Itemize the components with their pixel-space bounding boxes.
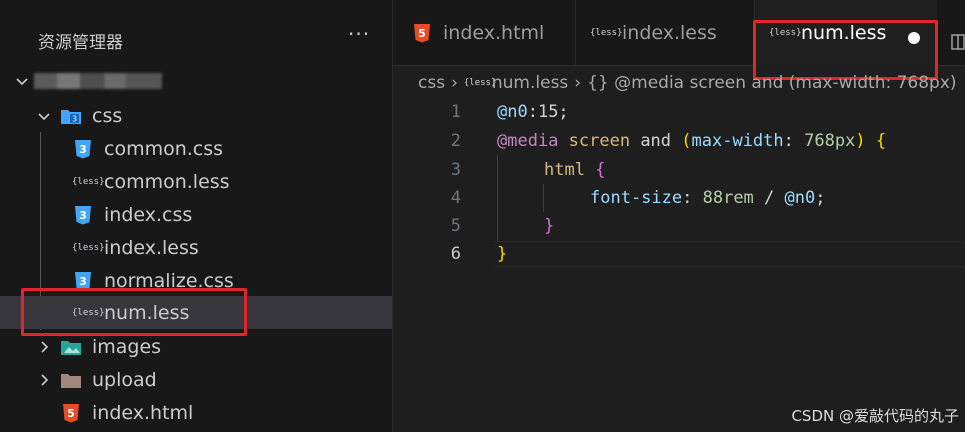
chevron-right-icon: [36, 339, 52, 355]
code-line: }: [497, 244, 507, 264]
tab-label: index.html: [443, 22, 545, 44]
tree-file-common-css[interactable]: 3 common.css: [0, 132, 392, 165]
tree-label: common.less: [104, 170, 230, 193]
svg-text:5: 5: [418, 27, 426, 40]
chevron-right-icon: [36, 372, 52, 388]
line-number: 4: [450, 188, 461, 208]
current-line-highlight: [493, 241, 965, 267]
less-file-icon: {less}: [590, 28, 623, 38]
token: 88rem: [702, 188, 754, 208]
indent-guide: [543, 184, 544, 212]
token: :: [682, 188, 703, 208]
chevron-down-icon: [36, 108, 52, 124]
token: ;: [815, 188, 826, 208]
folder-icon: [60, 369, 82, 391]
token: screen: [558, 131, 631, 151]
token: {: [595, 160, 606, 180]
chevron-down-icon: [14, 73, 30, 89]
tab-index-html[interactable]: 5 index.html: [393, 0, 575, 66]
split-editor-icon[interactable]: [951, 34, 965, 54]
token: {: [875, 131, 887, 151]
less-file-icon: {less}: [72, 242, 105, 253]
svg-text:3: 3: [79, 209, 87, 222]
tree-folder-css[interactable]: 3 css: [0, 99, 392, 132]
breadcrumb-folder[interactable]: css: [418, 73, 445, 93]
html-file-icon: 5: [411, 22, 433, 44]
code-editor[interactable]: 1 2 3 4 5 6 @n0:15; @media screen and (m…: [393, 98, 965, 432]
line-number: 6: [450, 244, 461, 264]
breadcrumb-symbol[interactable]: {} @media screen and (max-width: 768px): [587, 73, 956, 93]
tree-label: upload: [92, 368, 157, 391]
highlight-box-num-less: [21, 288, 247, 336]
explorer-title: 资源管理器: [38, 33, 123, 53]
css-file-icon: 3: [72, 204, 94, 226]
code-line: @media screen and (max-width: 768px) {: [497, 131, 886, 151]
watermark: CSDN @爱敲代码的丸子: [791, 407, 959, 425]
chevron-right-icon: ›: [574, 73, 582, 93]
token: /: [753, 188, 785, 208]
svg-text:5: 5: [67, 407, 75, 420]
tree-label: images: [92, 335, 162, 358]
explorer-sidebar: 资源管理器 ··· 3 css 3 common.css {less} comm…: [0, 0, 393, 432]
token: html: [544, 160, 585, 180]
code-line: @n0:15;: [497, 102, 569, 122]
line-number: 3: [450, 160, 461, 180]
svg-text:3: 3: [72, 114, 77, 123]
tab-label: index.less: [622, 22, 717, 44]
more-actions-icon[interactable]: ···: [348, 22, 370, 46]
tree-label: css: [92, 104, 123, 127]
less-file-icon: {less}: [72, 176, 105, 187]
token: font-size: [590, 188, 683, 208]
tab-index-less[interactable]: {less} index.less: [576, 0, 754, 66]
token: }: [497, 244, 508, 264]
token: :15;: [527, 102, 569, 122]
tree-file-common-less[interactable]: {less} common.less: [0, 165, 392, 198]
token: and: [630, 131, 682, 151]
token: @n0: [497, 102, 528, 122]
tree-label: common.css: [104, 137, 224, 160]
code-line: font-size: 88rem / @n0;: [590, 188, 825, 208]
tree-label: index.html: [92, 401, 194, 424]
tree-folder-upload[interactable]: upload: [0, 363, 392, 396]
line-number: 2: [450, 131, 461, 151]
svg-text:3: 3: [79, 143, 87, 156]
editor-tab-bar: 5 index.html {less} index.less {less} nu…: [393, 0, 965, 80]
css-file-icon: 3: [72, 138, 94, 160]
tree-file-index-css[interactable]: 3 index.css: [0, 198, 392, 231]
blurred-project-name: [34, 72, 162, 89]
tree-folder-images[interactable]: images: [0, 330, 392, 363]
line-number: 5: [450, 216, 461, 236]
token: @media: [497, 131, 559, 151]
tree-file-index-less[interactable]: {less} index.less: [0, 231, 392, 264]
tree-label: index.less: [104, 236, 199, 259]
token: @n0: [784, 188, 816, 208]
token: max-width: [691, 131, 784, 151]
css-folder-icon: 3: [60, 105, 82, 127]
line-number: 1: [450, 102, 461, 122]
token: ): [855, 131, 866, 151]
images-folder-icon: [60, 336, 82, 358]
token: (: [681, 131, 692, 151]
less-file-icon: {less}: [463, 78, 497, 88]
tree-label: index.css: [104, 203, 193, 226]
tree-file-index-html[interactable]: 5 index.html: [0, 396, 392, 429]
tree-root-folder[interactable]: [0, 64, 392, 97]
code-line: }: [544, 216, 554, 236]
token: }: [544, 216, 555, 236]
token: :: [783, 131, 805, 151]
token: 768px: [804, 131, 856, 151]
breadcrumb: css › {less} num.less › {} @media screen…: [418, 70, 965, 96]
indent-guide: [497, 155, 498, 241]
html-file-icon: 5: [60, 402, 82, 424]
svg-text:3: 3: [79, 275, 87, 288]
code-line: html {: [544, 160, 605, 180]
breadcrumb-file[interactable]: num.less: [492, 73, 568, 93]
chevron-right-icon: ›: [451, 73, 458, 93]
